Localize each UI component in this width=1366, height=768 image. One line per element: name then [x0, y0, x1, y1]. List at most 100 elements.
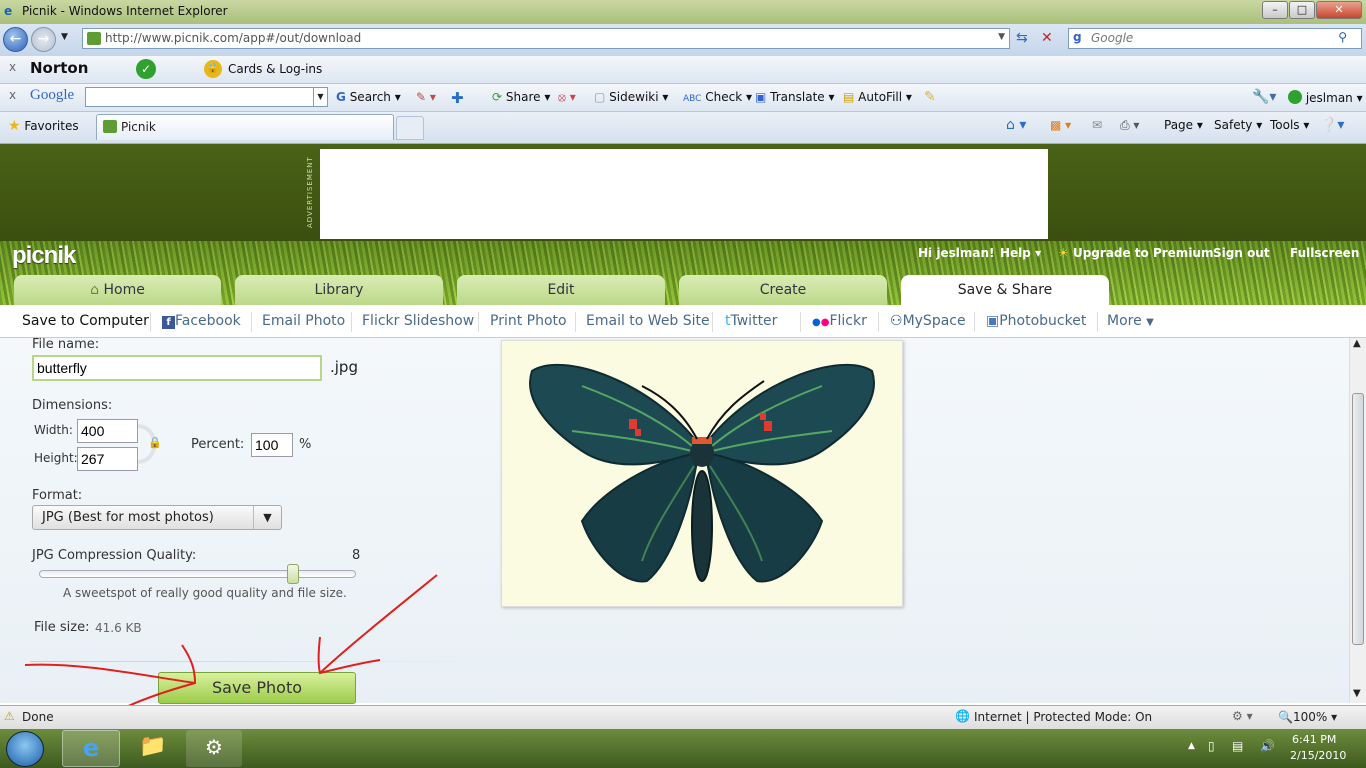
- check-label: Check: [705, 90, 743, 104]
- tab-create[interactable]: Create: [679, 275, 887, 305]
- home-icon[interactable]: ⌂ ▾: [1006, 117, 1026, 133]
- show-hidden-icons[interactable]: ▲: [1188, 741, 1195, 751]
- mail-icon[interactable]: ✉: [1092, 118, 1102, 132]
- taskbar-explorer-icon[interactable]: 📁: [124, 730, 182, 767]
- sidewiki-menu[interactable]: ▢ Sidewiki ▾: [594, 90, 668, 104]
- subnav-photobucket[interactable]: ▣Photobucket: [986, 313, 1086, 329]
- minimize-button[interactable]: –: [1262, 1, 1288, 19]
- page-menu[interactable]: Page ▾: [1164, 118, 1203, 132]
- tab-save-share[interactable]: Save & Share: [901, 275, 1109, 305]
- browser-tab-picnik[interactable]: Picnik: [96, 114, 394, 140]
- clock-time[interactable]: 6:41 PM: [1292, 733, 1336, 746]
- google-search-input[interactable]: ▼: [85, 87, 328, 107]
- subnav-email-photo[interactable]: Email Photo: [262, 313, 345, 329]
- subnav-print-photo[interactable]: Print Photo: [490, 313, 567, 329]
- taskbar-ie-icon[interactable]: e: [62, 730, 120, 767]
- vertical-scrollbar[interactable]: ▲ ▼: [1349, 338, 1366, 703]
- divider: [974, 312, 975, 332]
- width-input[interactable]: [77, 419, 138, 443]
- network-icon[interactable]: ▤: [1232, 739, 1243, 753]
- address-dropdown-icon[interactable]: ▼: [998, 32, 1005, 42]
- scrollbar-thumb[interactable]: [1352, 393, 1364, 645]
- zoom-icon: 🔍: [1278, 710, 1293, 724]
- google-search-button[interactable]: G Search ▾: [336, 90, 401, 104]
- percent-unit: %: [299, 437, 312, 452]
- cards-logins-menu[interactable]: Cards & Log-ins: [228, 62, 322, 76]
- share-menu[interactable]: ⟳ Share ▾: [492, 90, 550, 104]
- history-dropdown-icon[interactable]: ▼: [61, 32, 68, 42]
- lock-aspect-icon[interactable]: 🔒: [148, 436, 162, 449]
- translate-menu[interactable]: ▣ Translate ▾: [755, 90, 835, 104]
- left-arrow-stroke: [24, 663, 196, 684]
- safe-check-icon[interactable]: ✓: [136, 59, 156, 79]
- right-arrow-head: [317, 636, 381, 675]
- help-icon[interactable]: ❔▾: [1320, 117, 1344, 133]
- stop-icon[interactable]: ✕: [1041, 30, 1053, 46]
- subnav-twitter[interactable]: tTwitter: [725, 313, 777, 329]
- wrench-icon[interactable]: 🔧▾: [1252, 89, 1276, 105]
- sign-out-link[interactable]: Sign out: [1213, 246, 1270, 260]
- scroll-down-icon[interactable]: ▼: [1353, 688, 1361, 699]
- spellcheck-menu[interactable]: ABC Check ▾: [683, 90, 752, 104]
- account-menu[interactable]: jeslman ▾: [1288, 90, 1363, 105]
- upgrade-link[interactable]: ☀ Upgrade to Premium: [1058, 246, 1213, 260]
- new-tab-button[interactable]: [396, 116, 424, 140]
- close-button[interactable]: ✕: [1316, 1, 1362, 19]
- device-icon[interactable]: ▯: [1208, 739, 1215, 753]
- scroll-up-icon[interactable]: ▲: [1353, 338, 1361, 349]
- file-extension: .jpg: [330, 358, 358, 376]
- norton-brand[interactable]: Norton: [30, 59, 88, 77]
- back-button[interactable]: ←: [3, 27, 28, 52]
- subnav-flickr[interactable]: ●●Flickr: [812, 313, 867, 329]
- volume-icon[interactable]: 🔊: [1260, 739, 1275, 753]
- close-toolbar-icon[interactable]: x: [9, 60, 16, 74]
- tools-menu[interactable]: Tools ▾: [1270, 118, 1309, 132]
- add-icon[interactable]: ✚: [451, 89, 464, 107]
- start-button[interactable]: [6, 731, 44, 767]
- help-menu[interactable]: Help ▾: [1000, 246, 1041, 260]
- clock-date[interactable]: 2/15/2010: [1290, 749, 1346, 762]
- tab-library[interactable]: Library: [235, 275, 443, 305]
- tab-edit[interactable]: Edit: [457, 275, 665, 305]
- taskbar-app-icon[interactable]: ⚙: [186, 730, 242, 767]
- picnik-logo[interactable]: picnik: [12, 242, 76, 270]
- favorites-button[interactable]: ★ Favorites: [8, 118, 79, 134]
- abc-icon: ABC: [683, 94, 702, 104]
- subnav-save-to-computer[interactable]: Save to Computer: [22, 313, 149, 329]
- percent-input[interactable]: [251, 433, 293, 457]
- protected-mode-icon[interactable]: ⚙ ▾: [1232, 709, 1253, 723]
- subnav-facebook[interactable]: f Facebook: [162, 313, 241, 329]
- rss-icon[interactable]: ▩ ▾: [1050, 118, 1071, 132]
- autofill-menu[interactable]: ▤ AutoFill ▾: [843, 90, 912, 104]
- subnav-myspace[interactable]: ⚇MySpace: [890, 313, 966, 329]
- maximize-button[interactable]: □: [1289, 1, 1315, 19]
- fullscreen-link[interactable]: Fullscreen: [1290, 246, 1359, 260]
- close-google-toolbar-icon[interactable]: x: [9, 88, 16, 102]
- search-icon[interactable]: ⚲: [1338, 30, 1347, 44]
- height-input[interactable]: [77, 447, 138, 471]
- divider: [575, 312, 576, 332]
- popup-blocker-icon[interactable]: ⦻ ▾: [558, 90, 576, 105]
- filename-input[interactable]: [32, 355, 322, 381]
- format-dropdown-icon[interactable]: ▼: [253, 506, 281, 529]
- format-select[interactable]: JPG (Best for most photos) ▼: [32, 505, 282, 530]
- highlight-icon[interactable]: ✎: [924, 89, 936, 105]
- bookmarks-icon[interactable]: ✎ ▾: [416, 90, 436, 104]
- zoom-control[interactable]: 🔍100% ▾: [1278, 710, 1337, 724]
- safety-menu[interactable]: Safety ▾: [1214, 118, 1262, 132]
- home-tab-icon: ⌂: [90, 282, 100, 298]
- flickr-label: Flickr: [829, 313, 867, 329]
- subnav-email-to-web-site[interactable]: Email to Web Site: [586, 313, 710, 329]
- subnav-flickr-slideshow[interactable]: Flickr Slideshow: [362, 313, 474, 329]
- subnav-more[interactable]: More ▼: [1107, 313, 1154, 329]
- search-box[interactable]: g Google ⚲: [1068, 28, 1362, 49]
- tab-home[interactable]: ⌂ Home: [14, 275, 221, 305]
- print-icon[interactable]: ⎙ ▾: [1120, 118, 1139, 133]
- ad-banner[interactable]: [320, 149, 1048, 239]
- forward-button[interactable]: →: [31, 27, 56, 52]
- greeting-text: Hi jeslman!: [918, 246, 995, 260]
- refresh-icon[interactable]: ⇆: [1016, 30, 1028, 46]
- google-search-dropdown-icon[interactable]: ▼: [313, 88, 327, 106]
- address-bar[interactable]: http://www.picnik.com/app#/out/download …: [82, 28, 1010, 49]
- tab-home-label: Home: [103, 282, 145, 298]
